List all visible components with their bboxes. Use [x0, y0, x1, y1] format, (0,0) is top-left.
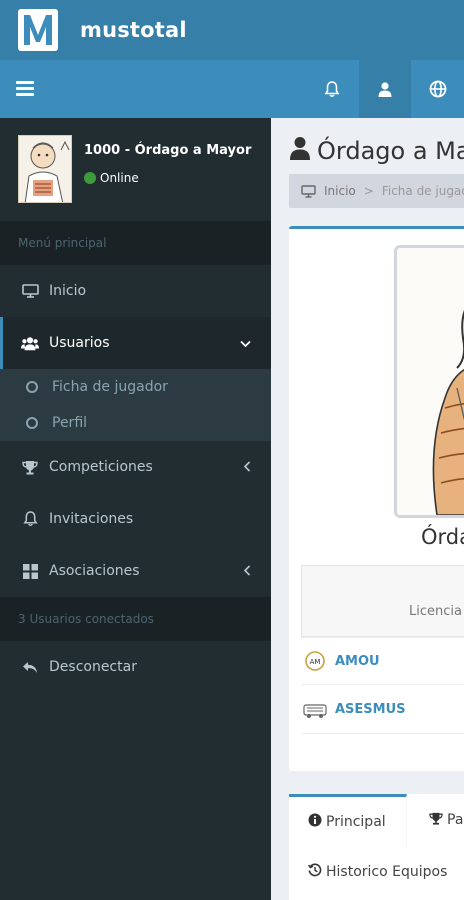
tabs-box: Principal Pa Historico Equipos [289, 794, 464, 900]
sidebar-item-label: Desconectar [49, 659, 137, 675]
trophy-icon [21, 460, 39, 475]
chevron-left-icon [243, 460, 251, 476]
svg-text:AM: AM [310, 658, 321, 666]
history-icon [307, 863, 322, 881]
sidebar-item-asociaciones[interactable]: Asociaciones [0, 545, 271, 597]
info-circle-icon [308, 813, 322, 831]
avatar [18, 135, 72, 203]
grid-icon [21, 563, 39, 579]
breadcrumb: Inicio > Ficha de jugador [289, 174, 464, 208]
profile-box: Órda Licencia AM AMOU ASESMUS [289, 226, 464, 771]
tab-label: Principal [326, 813, 386, 830]
breadcrumb-home-link[interactable]: Inicio [324, 184, 356, 198]
sidebar-item-competiciones[interactable]: Competiciones [0, 441, 271, 493]
association-link-amou[interactable]: AMOU [335, 654, 380, 669]
sidebar-item-usuarios[interactable]: Usuarios [0, 317, 271, 369]
licence-label: Licencia [409, 604, 462, 619]
sidebar-subitem-ficha-de-jugador[interactable]: Ficha de jugador [0, 369, 271, 405]
sidebar-item-label: Invitaciones [49, 511, 134, 527]
sidebar-item-invitaciones[interactable]: Invitaciones [0, 493, 271, 545]
licence-section: Licencia [301, 565, 464, 637]
user-panel: 1000 - Órdago a Mayor Online [0, 118, 271, 221]
sidebar-item-inicio[interactable]: Inicio [0, 265, 271, 317]
globe-icon[interactable] [412, 60, 464, 118]
sidebar-item-label: Competiciones [49, 459, 153, 475]
association-link-asesmus[interactable]: ASESMUS [335, 702, 406, 717]
top-navbar [0, 60, 464, 118]
chevron-down-icon [240, 336, 251, 352]
desktop-icon [301, 184, 316, 198]
tab-principal[interactable]: Principal [289, 794, 407, 846]
tab-label: Pa [447, 812, 464, 828]
tab-partidas[interactable]: Pa [429, 794, 463, 846]
trophy-icon [429, 812, 443, 829]
profile-image [394, 245, 464, 518]
logo-icon[interactable] [18, 9, 58, 51]
sidebar: 1000 - Órdago a Mayor Online Menú princi… [0, 118, 271, 900]
sidebar-item-label: Asociaciones [49, 563, 140, 579]
usuarios-submenu: Ficha de jugador Perfil [0, 369, 271, 441]
notifications-bell-icon[interactable] [306, 60, 358, 118]
tab-label: Historico Equipos [326, 864, 448, 880]
page-title: Órdago a Ma [289, 136, 464, 166]
user-status: Online [84, 171, 139, 185]
breadcrumb-current: Ficha de jugador [381, 184, 464, 198]
bell-icon [21, 511, 39, 527]
asesmus-logo-icon [303, 703, 327, 718]
status-label: Online [100, 171, 139, 185]
user-icon [289, 136, 311, 166]
sidebar-subitem-label: Perfil [52, 415, 88, 431]
sidebar-item-desconectar[interactable]: Desconectar [0, 641, 271, 693]
sidebar-section-header: Menú principal [0, 221, 271, 265]
sidebar-subitem-label: Ficha de jugador [52, 379, 168, 395]
association-row: AM AMOU [301, 637, 464, 685]
circle-icon [26, 417, 38, 429]
users-icon [21, 336, 39, 351]
app-name[interactable]: mustotal [80, 18, 187, 42]
page-title-text: Órdago a Ma [317, 137, 464, 165]
logo-bar: mustotal [0, 0, 464, 60]
connected-users-header: 3 Usuarios conectados [0, 597, 271, 641]
association-row: ASESMUS [301, 686, 464, 734]
user-name: 1000 - Órdago a Mayor [84, 143, 252, 158]
profile-name: Órda [421, 525, 464, 549]
main-content: Órdago a Ma Inicio > Ficha de jugador Ór… [271, 118, 464, 900]
reply-arrow-icon [21, 661, 39, 674]
chevron-left-icon [243, 564, 251, 580]
menu-toggle-icon[interactable] [16, 81, 34, 97]
online-status-icon [84, 172, 96, 184]
tab-historico-equipos[interactable]: Historico Equipos [289, 846, 447, 898]
sidebar-subitem-perfil[interactable]: Perfil [0, 405, 271, 441]
sidebar-item-label: Inicio [49, 283, 87, 299]
user-account-icon[interactable] [359, 60, 411, 118]
sidebar-item-label: Usuarios [49, 335, 110, 351]
breadcrumb-separator: > [363, 184, 374, 198]
desktop-icon [21, 284, 39, 298]
amou-logo-icon: AM [305, 651, 325, 671]
circle-icon [26, 381, 38, 393]
